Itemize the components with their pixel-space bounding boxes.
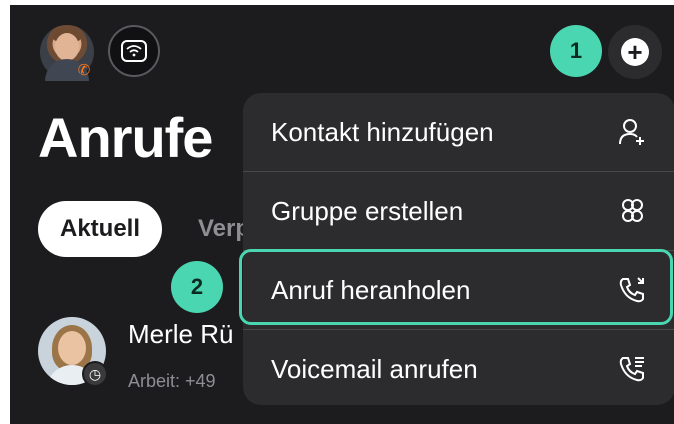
app-screen: ✆ 1 + Anrufe Aktuell Verp 2 ◷ Merle Rü A… [10,5,674,424]
menu-item-label: Kontakt hinzufügen [271,116,494,147]
contact-face [58,331,86,365]
step-badge-2: 2 [171,261,223,313]
contact-name[interactable]: Merle Rü [128,319,233,350]
phone-badge-icon: ✆ [77,62,91,79]
menu-item-call-voicemail[interactable]: Voicemail anrufen [243,330,674,405]
plus-icon: + [621,38,649,66]
menu-item-label: Voicemail anrufen [271,353,478,384]
wifi-button[interactable] [108,25,160,77]
step-badge-1: 1 [550,25,602,77]
group-icon [622,199,643,222]
menu-item-add-contact[interactable]: Kontakt hinzufügen [243,93,674,171]
add-button[interactable]: + [608,25,662,79]
page-title: Anrufe [38,106,213,169]
voicemail-call-icon [619,357,644,382]
user-avatar[interactable]: ✆ [40,25,94,81]
contact-detail: Arbeit: +49 [128,371,216,391]
tab-aktuell[interactable]: Aktuell [38,201,163,257]
add-contact-icon [619,119,644,145]
avatar-face [55,33,79,61]
wifi-icon [121,40,147,62]
clock-icon: ◷ [82,361,108,387]
menu-item-label: Gruppe erstellen [271,195,464,226]
menu-item-create-group[interactable]: Gruppe erstellen [243,172,674,250]
highlight-frame [239,249,673,325]
